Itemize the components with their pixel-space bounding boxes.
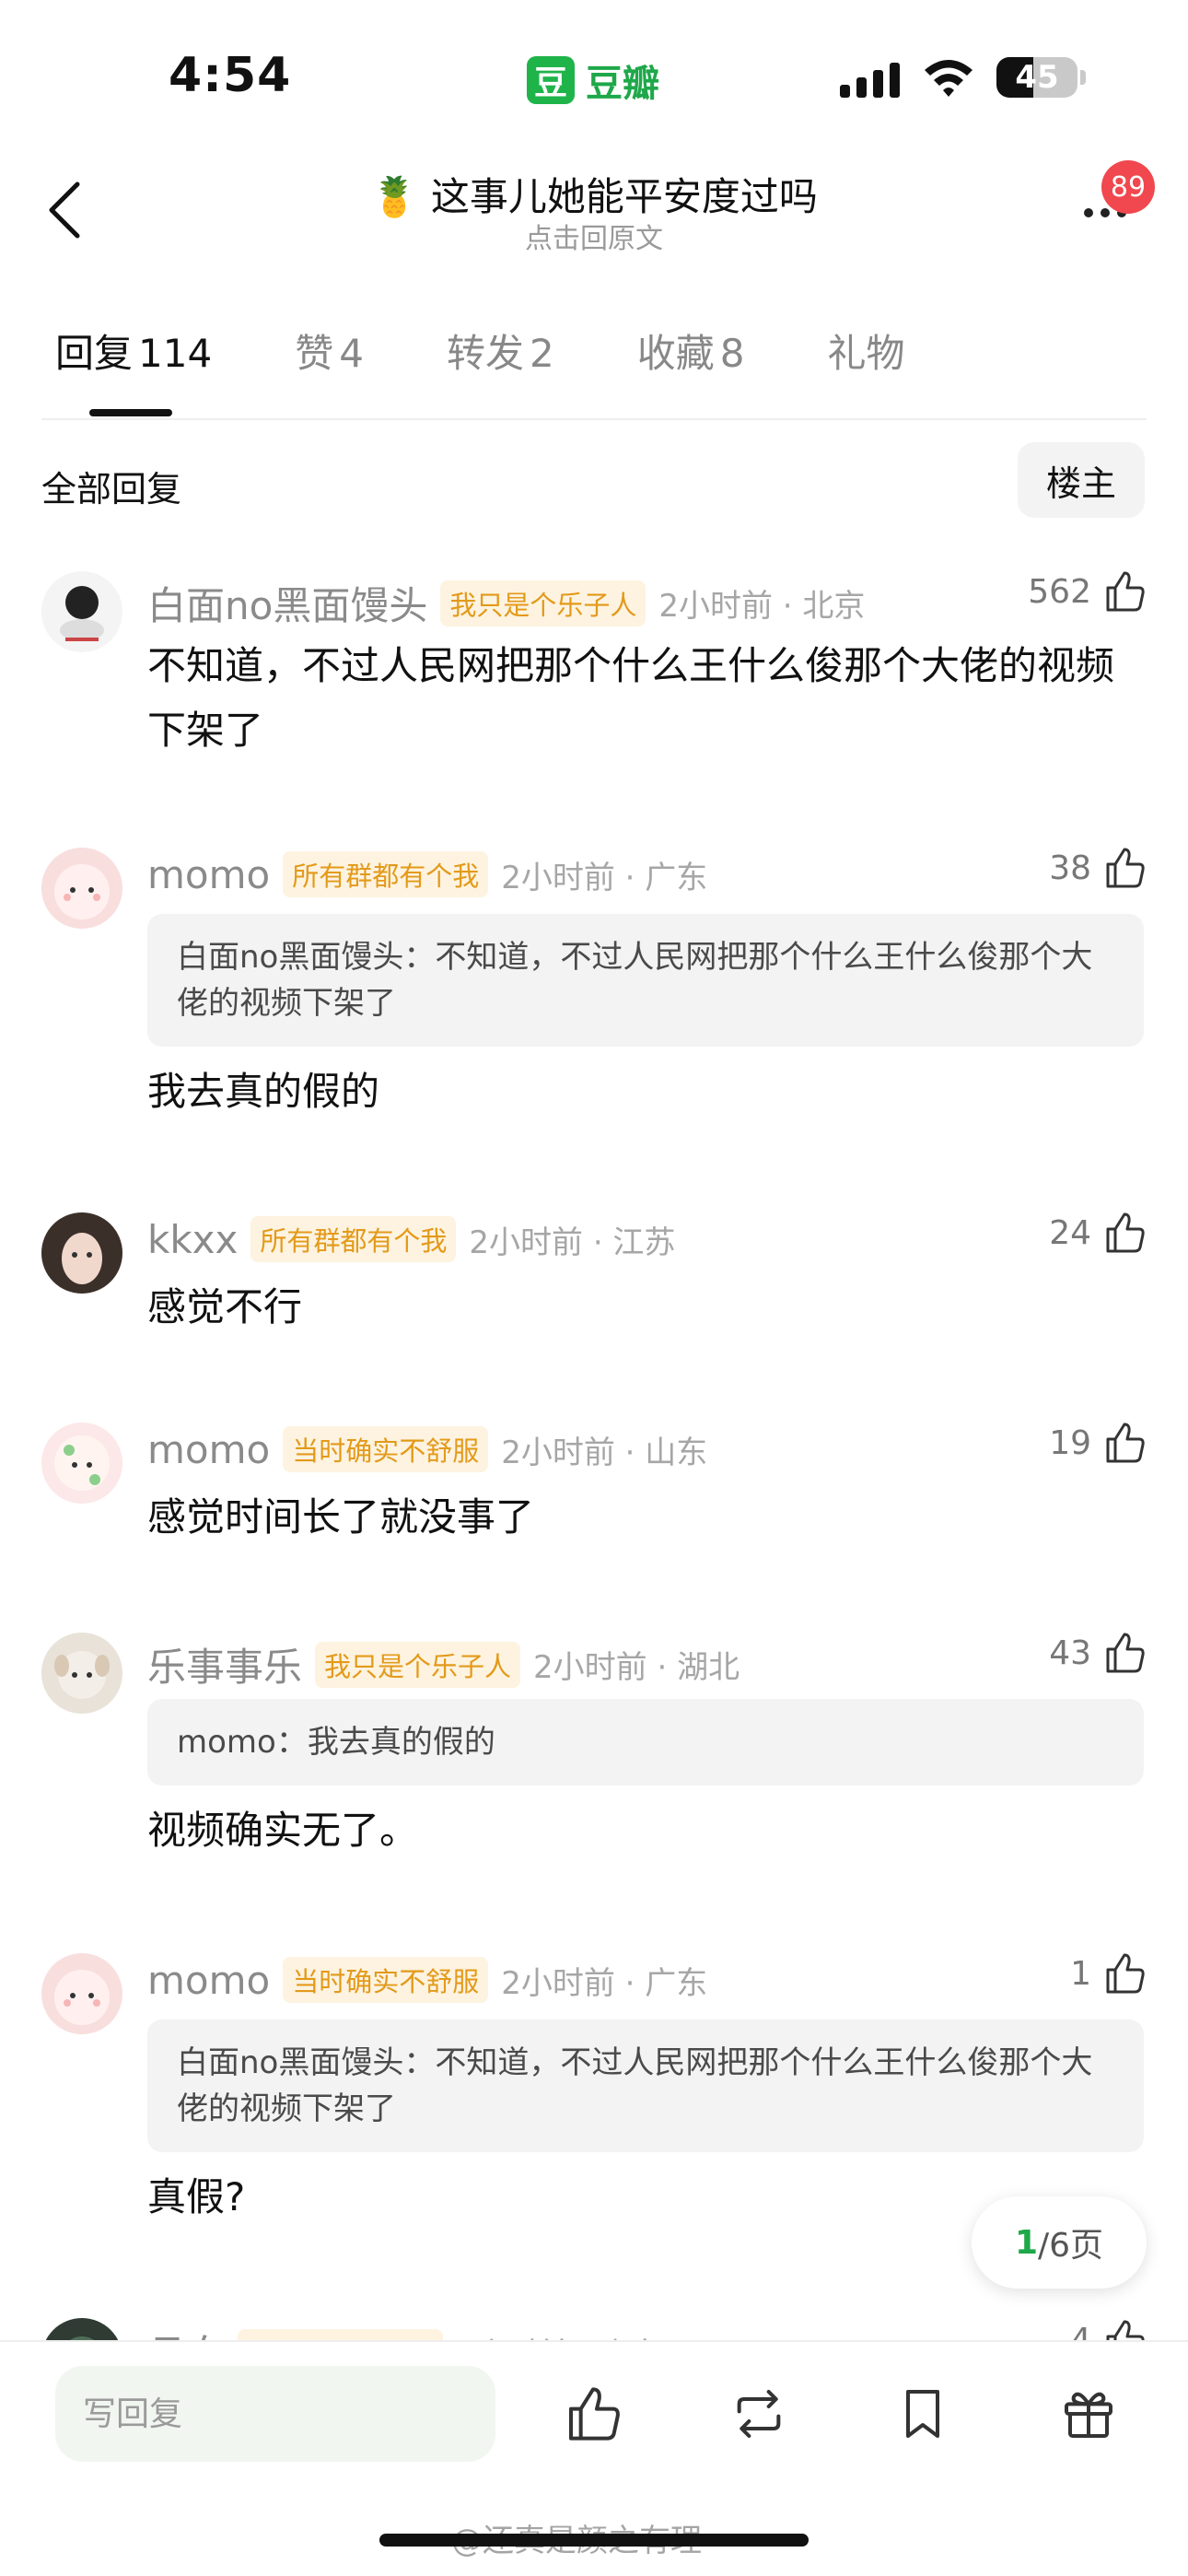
comment-text: 视频确实无了。 (147, 1808, 419, 1853)
quoted-reply[interactable]: 白面no黑面馒头：不知道，不过人民网把那个什么王什么俊那个大佬的视频下架了 (147, 914, 1144, 1047)
comment-text: 不知道，不过人民网把那个什么王什么俊那个大佬的视频下架了 (147, 643, 1115, 753)
thumbs-up-icon (1106, 1423, 1145, 1463)
like-button[interactable]: 38 (1049, 846, 1147, 890)
tab-bar: 回复 114 赞4 转发 2 收藏 8 礼物 (55, 322, 987, 379)
like-button[interactable]: 19 (1049, 1421, 1147, 1465)
avatar[interactable] (41, 1633, 122, 1714)
reply-input[interactable] (55, 2366, 495, 2462)
nav-bar: 🍍 这事儿她能平安度过吗 点击回原文 (0, 157, 1188, 267)
status-app-name: 豆瓣 (586, 63, 659, 105)
tab-replies[interactable]: 回复 114 (55, 322, 212, 379)
like-count: 38 (1049, 849, 1091, 887)
avatar[interactable] (41, 1423, 122, 1504)
avatar[interactable] (41, 1212, 122, 1294)
bookmark-button[interactable] (888, 2379, 958, 2449)
comment-meta: 2小时前 · 湖北 (533, 1649, 740, 1686)
divider (41, 418, 1147, 420)
comment-author[interactable]: 白面no黑面馒头 (147, 575, 427, 631)
comment-author[interactable]: 乐事事乐 (147, 1636, 302, 1692)
thumbs-up-icon (1106, 1212, 1145, 1253)
like-button[interactable]: 43 (1049, 1631, 1147, 1675)
thumbs-up-icon (1106, 571, 1145, 612)
like-count: 24 (1049, 1213, 1091, 1252)
page-title[interactable]: 🍍 这事儿她能平安度过吗 (0, 166, 1188, 222)
user-tag-badge: 当时确实不舒服 (283, 1426, 489, 1472)
tab-gifts[interactable]: 礼物 (827, 322, 904, 379)
wifi-icon (921, 55, 976, 103)
status-app-indicator: 豆 豆瓣 (527, 53, 659, 107)
comment-meta: 2小时前 · 山东 (501, 1434, 708, 1471)
comment-text: 我去真的假的 (147, 1069, 380, 1114)
avatar[interactable] (41, 1953, 122, 2034)
tab-reposts[interactable]: 转发 2 (447, 322, 554, 379)
back-to-original-link[interactable]: 点击回原文 (0, 216, 1188, 256)
battery-level: 45 (1015, 59, 1059, 96)
like-count: 19 (1049, 1423, 1091, 1462)
comment-meta: 2小时前 · 广东 (501, 1964, 708, 2002)
current-page: 1 (1014, 2223, 1038, 2262)
user-tag-badge: 我只是个乐子人 (440, 580, 646, 626)
more-dot-icon (1084, 208, 1093, 217)
comment-author[interactable]: momo (147, 1427, 270, 1472)
more-dot-icon (1101, 208, 1110, 217)
user-tag-badge: 所有群都有个我 (250, 1216, 457, 1262)
home-indicator (379, 2534, 809, 2547)
thumbs-up-icon (1106, 1633, 1145, 1673)
like-post-button[interactable] (558, 2379, 628, 2449)
like-button[interactable]: 24 (1049, 1211, 1147, 1255)
status-time: 4:54 (169, 48, 292, 103)
like-button[interactable]: 562 (1028, 569, 1147, 614)
comment-meta: 2小时前 · 北京 (658, 588, 866, 625)
total-pages: /6页 (1038, 2227, 1104, 2265)
all-replies-label: 全部回复 (41, 469, 182, 509)
thumbs-up-icon (1106, 848, 1145, 888)
like-count: 1 (1070, 1954, 1091, 1993)
quoted-reply[interactable]: 白面no黑面馒头：不知道，不过人民网把那个什么王什么俊那个大佬的视频下架了 (147, 2020, 1144, 2152)
like-count: 43 (1049, 1633, 1091, 1672)
repost-icon (737, 2390, 781, 2438)
avatar[interactable] (41, 848, 122, 929)
notification-badge: 89 (1101, 160, 1155, 214)
bookmark-icon (906, 2390, 939, 2438)
user-tag-badge: 当时确实不舒服 (283, 1957, 489, 2003)
like-button[interactable]: 1 (1070, 1951, 1147, 1996)
cellular-signal-icon (840, 61, 900, 98)
thumbs-up-icon (1106, 1953, 1145, 1994)
comment-author[interactable]: kkxx (147, 1217, 238, 1262)
page-title-text: 这事儿她能平安度过吗 (430, 174, 818, 219)
owner-only-button[interactable]: 楼主 (1018, 442, 1145, 518)
active-tab-indicator (89, 409, 172, 416)
tab-likes[interactable]: 赞4 (295, 322, 364, 379)
tab-favorites[interactable]: 收藏 8 (637, 322, 745, 379)
pineapple-emoji: 🍍 (370, 174, 419, 219)
repost-button[interactable] (724, 2379, 794, 2449)
comment-text: 感觉时间长了就没事了 (147, 1494, 535, 1540)
comment-text: 感觉不行 (147, 1284, 303, 1329)
comment-author[interactable]: momo (147, 1958, 270, 2003)
gift-button[interactable] (1054, 2379, 1124, 2449)
user-tag-badge: 我只是个乐子人 (315, 1641, 521, 1688)
battery-cap (1080, 70, 1086, 85)
thumbs-up-icon (569, 2387, 620, 2441)
user-tag-badge: 所有群都有个我 (283, 851, 489, 897)
gift-icon (1065, 2392, 1112, 2438)
quoted-reply[interactable]: momo：我去真的假的 (147, 1699, 1144, 1786)
page-indicator[interactable]: 1/6页 (972, 2196, 1147, 2289)
like-count: 562 (1028, 572, 1091, 611)
comment-meta: 2小时前 · 江苏 (469, 1224, 676, 1261)
douban-app-icon: 豆 (527, 56, 575, 104)
comment-author[interactable]: momo (147, 852, 270, 897)
avatar[interactable] (41, 571, 122, 652)
comment-meta: 2小时前 · 广东 (501, 859, 708, 896)
battery-icon: 45 (996, 57, 1077, 98)
status-bar: 4:54 豆 豆瓣 45 (0, 0, 1188, 157)
